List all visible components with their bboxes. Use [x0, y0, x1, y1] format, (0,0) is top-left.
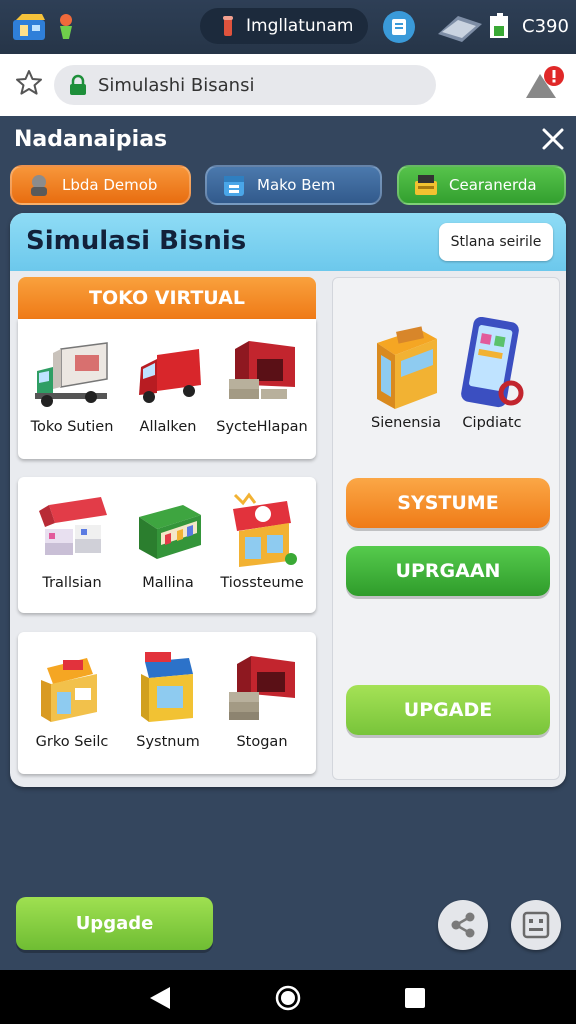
truck-icon [35, 342, 108, 407]
systume-button[interactable]: SYSTUME [346, 478, 550, 528]
tab-bar: Lbda Demob Mako Bem Cearanerda [0, 165, 576, 205]
grid-item-label: Trallsian [42, 575, 102, 591]
share-button[interactable] [438, 900, 488, 950]
grid-item-label: Toko Sutien [30, 419, 114, 435]
menu-button[interactable] [511, 900, 561, 950]
warehouse-icon [229, 341, 295, 399]
phone-icon [461, 317, 524, 408]
navigation-bar [0, 970, 576, 1024]
home-icon[interactable] [274, 984, 302, 1012]
grid-item-label: Grko Seilc [35, 734, 109, 750]
side-item-cipdiatc[interactable]: Cipdiatc [444, 317, 540, 431]
side-item-label: Cipdiatc [462, 415, 522, 431]
market-stall-icon [39, 497, 107, 555]
game-menu-icon [522, 911, 550, 939]
panel-header: Simulasi Bisnis Stlana seirile [10, 213, 566, 271]
upgade-button[interactable]: UPGADE [346, 685, 550, 735]
tab-mako-bem[interactable]: Mako Bem [205, 165, 382, 205]
kiosk-icon [139, 505, 201, 559]
app-title: Nadanaipias [14, 127, 168, 152]
side-item-sienensia[interactable]: Sienensia [358, 317, 454, 431]
tab-cearanerda[interactable]: Cearanerda [397, 165, 566, 205]
panel-header-button[interactable]: Stlana seirile [439, 223, 553, 261]
address-bar: Simulashi Bisansi [0, 54, 576, 116]
tab-label: Mako Bem [257, 176, 336, 194]
van-icon [139, 349, 201, 403]
grid-item-label: Stogan [236, 734, 288, 750]
booth-icon [141, 652, 193, 722]
grid-item-trallsian[interactable]: Trallsian [24, 487, 120, 591]
grid-item-grko-seilc[interactable]: Grko Seilc [24, 644, 120, 750]
shop-icon [233, 492, 297, 567]
side-panel: Sienensia Cipdiatc SYSTUME UPRGAAN UPGAD… [332, 277, 560, 780]
game-app-icon [13, 14, 45, 40]
status-bar: Imgllatunam C390 [0, 0, 576, 54]
grid-item-stogan[interactable]: Stogan [214, 644, 310, 750]
url-field[interactable]: Simulashi Bisansi [54, 65, 436, 105]
tab-label: Lbda Demob [62, 176, 158, 194]
alert-icon[interactable] [522, 64, 568, 104]
grid-item-label: Tiossteume [220, 575, 304, 591]
battery-icon [490, 13, 508, 38]
grid-item-label: SycteHlapan [216, 419, 308, 435]
status-pill-text: Imgllatunam [246, 16, 354, 36]
panel-title: Simulasi Bisnis [26, 226, 247, 256]
grid-item-allalken[interactable]: Allalken [120, 333, 216, 435]
storefront-icon [377, 326, 437, 409]
status-time: C390 [522, 16, 569, 37]
recents-icon[interactable] [404, 987, 426, 1009]
grid-item-label: Mallina [142, 575, 194, 591]
tab-lbda-demob[interactable]: Lbda Demob [10, 165, 191, 205]
upgrade-button[interactable]: Upgade [16, 897, 213, 950]
grid-item-mallina[interactable]: Mallina [120, 487, 216, 591]
tab-label: Cearanerda [449, 176, 537, 194]
url-text: Simulashi Bisansi [98, 74, 255, 96]
side-item-label: Sienensia [371, 415, 441, 431]
simulation-panel: Simulasi Bisnis Stlana seirile TOKO VIRT… [10, 213, 566, 787]
character-icon [31, 175, 47, 196]
star-icon[interactable] [14, 68, 44, 98]
close-icon[interactable] [540, 126, 566, 152]
grid-item-tiossteume[interactable]: Tiossteume [214, 487, 310, 591]
storage-icon [229, 656, 295, 720]
grid-item-label: Allalken [139, 419, 197, 435]
candle-icon [223, 16, 233, 36]
business-card: Trallsian Mallina Tiossteume [18, 477, 316, 613]
status-pill[interactable]: Imgllatunam [200, 8, 368, 44]
cash-register-icon [415, 175, 437, 195]
back-icon[interactable] [148, 985, 172, 1011]
notification-icon [60, 14, 72, 39]
grid-item-systnum[interactable]: Systnum [120, 644, 216, 750]
business-card: Grko Seilc Systnum Stogan [18, 632, 316, 774]
app-badge-icon[interactable] [382, 10, 416, 44]
share-icon [451, 912, 475, 938]
uprgaan-button[interactable]: UPRGAAN [346, 546, 550, 596]
signal-icon [438, 16, 482, 42]
section-title: TOKO VIRTUAL [18, 277, 316, 319]
grid-item-toko-sutien[interactable]: Toko Sutien [24, 333, 120, 435]
lock-icon [70, 74, 86, 95]
business-card: Toko Sutien Allalken SycteHlapan [18, 319, 316, 459]
grid-item-syctehlapan[interactable]: SycteHlapan [214, 333, 310, 435]
store-icon [41, 658, 97, 722]
grid-item-label: Systnum [136, 734, 200, 750]
calendar-icon [224, 176, 244, 196]
